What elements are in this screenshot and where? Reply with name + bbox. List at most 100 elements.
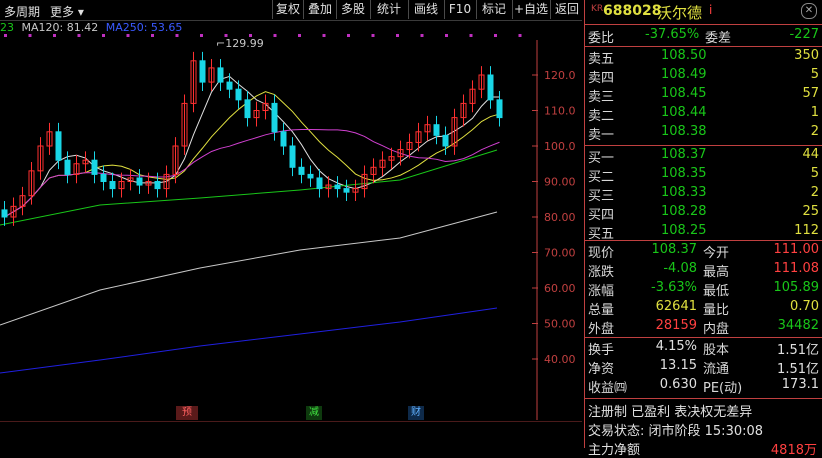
ask-level-1[interactable]: 卖一 108.38 2 bbox=[585, 124, 822, 143]
quote-value: 34482 bbox=[777, 318, 819, 333]
event-badge-forecast[interactable]: 预 bbox=[176, 406, 198, 420]
level-price: 108.35 bbox=[661, 166, 707, 181]
main-flow-value: 4818万 bbox=[770, 443, 817, 458]
candle-body bbox=[217, 67, 224, 83]
quote-label: 换手 bbox=[588, 343, 615, 358]
ask-level-3[interactable]: 卖三 108.45 57 bbox=[585, 86, 822, 105]
quote-value: 111.08 bbox=[773, 261, 820, 276]
candle-body bbox=[487, 74, 494, 101]
stock-name: 沃尔德 bbox=[657, 4, 703, 22]
candle-body bbox=[235, 88, 242, 101]
multi-stock-button[interactable]: 多股 bbox=[336, 0, 369, 19]
level-label: 买二 bbox=[588, 170, 615, 185]
chart-toolbar: 多周期 更多 ▾ 复权 叠加 多股 统计 画线 F10 标记 +自选 返回 bbox=[0, 0, 582, 21]
level-price: 108.38 bbox=[661, 124, 707, 139]
high-marker: ⌐129.99 bbox=[216, 36, 264, 50]
quote-label: 总量 bbox=[588, 303, 615, 318]
mark-button[interactable]: 标记 bbox=[476, 0, 511, 19]
kline-chart-canvas: 120.0 110.0 100.0 90.00 80.00 70.00 60.00 50.00… bbox=[0, 34, 576, 420]
add-watchlist-button[interactable]: +自选 bbox=[512, 0, 549, 19]
candle-body bbox=[64, 159, 71, 175]
quote-row: 收益㈣ 0.630 PE(动) 173.1 bbox=[585, 377, 822, 396]
draw-line-button[interactable]: 画线 bbox=[408, 0, 443, 19]
high-arrow-icon: ⌐ bbox=[216, 37, 226, 50]
commission-diff: -227 bbox=[789, 27, 819, 42]
overlay-button[interactable]: 叠加 bbox=[303, 0, 336, 19]
candle-body bbox=[199, 60, 206, 83]
panel-divider bbox=[0, 421, 582, 422]
candle-body bbox=[100, 173, 107, 182]
bid-level-2[interactable]: 买二 108.35 5 bbox=[585, 166, 822, 185]
ask-level-5[interactable]: 卖五 108.50 350 bbox=[585, 48, 822, 67]
candle-body bbox=[334, 184, 341, 190]
level-price: 108.44 bbox=[661, 105, 707, 120]
level-volume: 5 bbox=[810, 67, 819, 82]
level-price: 108.45 bbox=[661, 86, 707, 101]
y-tick-label: 60.00 bbox=[544, 282, 576, 295]
quote-label: 股本 bbox=[703, 343, 730, 358]
quote-label: 现价 bbox=[588, 246, 615, 261]
quote-value: 28159 bbox=[655, 318, 697, 333]
ma5-line bbox=[4, 75, 500, 218]
level-volume: 57 bbox=[802, 86, 819, 101]
back-button[interactable]: 返回 bbox=[550, 0, 583, 19]
info-icon[interactable]: i bbox=[709, 3, 712, 17]
period-marker bbox=[298, 34, 301, 37]
candle-body bbox=[496, 99, 503, 119]
period-marker bbox=[469, 34, 473, 37]
close-icon[interactable]: ✕ bbox=[801, 3, 817, 19]
candle-body bbox=[271, 102, 278, 133]
quote-label: 净资 bbox=[588, 362, 615, 377]
y-tick-label: 110.0 bbox=[544, 105, 576, 118]
event-badge-reduce[interactable]: 减 bbox=[306, 406, 322, 420]
quote-value: 1.51亿 bbox=[777, 343, 819, 358]
level-volume: 25 bbox=[802, 204, 819, 219]
trade-status-text: 交易状态: 闭市阶段 15:30:08 bbox=[588, 424, 764, 439]
ma250-value: MA250: 53.65 bbox=[105, 21, 183, 34]
main-flow-label: 主力净额 bbox=[588, 443, 641, 458]
f10-button[interactable]: F10 bbox=[444, 0, 475, 19]
period-marker bbox=[518, 34, 522, 37]
divider bbox=[585, 46, 822, 47]
ask-level-2[interactable]: 卖二 108.44 1 bbox=[585, 105, 822, 124]
more-menu[interactable]: 更多 ▾ bbox=[50, 3, 84, 20]
quote-row: 外盘 28159 内盘 34482 bbox=[585, 318, 822, 337]
level-volume: 112 bbox=[794, 223, 819, 238]
candle-body bbox=[55, 131, 62, 161]
quote-label: 最低 bbox=[703, 284, 730, 299]
divider bbox=[585, 24, 822, 25]
quote-value: 111.00 bbox=[773, 242, 820, 257]
bid-level-4[interactable]: 买四 108.28 25 bbox=[585, 204, 822, 223]
trade-status: 交易状态: 闭市阶段 15:30:08 bbox=[585, 420, 822, 439]
ma10-line bbox=[4, 91, 500, 218]
y-tick-label: 120.0 bbox=[544, 69, 576, 82]
registration-note: 注册制 已盈利 表决权无差异 bbox=[585, 401, 822, 420]
candle-body bbox=[91, 159, 98, 175]
candle-body bbox=[280, 131, 287, 147]
level-volume: 44 bbox=[802, 147, 819, 162]
level-volume: 2 bbox=[810, 185, 819, 200]
quote-label: 内盘 bbox=[703, 322, 730, 337]
kline-chart[interactable]: 120.0 110.0 100.0 90.00 80.00 70.00 60.00 50.00… bbox=[0, 20, 582, 448]
commission-row: 委比 -37.65% 委差 -227 bbox=[585, 27, 822, 46]
y-tick-label: 100.0 bbox=[544, 140, 576, 153]
quote-row: 换手 4.15% 股本 1.51亿 bbox=[585, 339, 822, 358]
market-badge: KR bbox=[591, 4, 604, 14]
period-marker bbox=[445, 34, 448, 37]
divider bbox=[585, 337, 822, 338]
event-badge-financial[interactable]: 财 bbox=[408, 406, 424, 420]
ask-level-4[interactable]: 卖四 108.49 5 bbox=[585, 67, 822, 86]
quote-row: 净资 13.15 流通 1.51亿 bbox=[585, 358, 822, 377]
bid-level-3[interactable]: 买三 108.33 2 bbox=[585, 185, 822, 204]
candle-body bbox=[244, 99, 251, 119]
level-label: 卖二 bbox=[588, 109, 615, 124]
statistics-button[interactable]: 统计 bbox=[370, 0, 407, 19]
candle-body bbox=[343, 188, 350, 193]
bid-level-1[interactable]: 买一 108.37 44 bbox=[585, 147, 822, 166]
more-label: 更多 bbox=[50, 5, 75, 19]
multi-period-button[interactable]: 多周期 bbox=[4, 3, 40, 20]
restore-rights-button[interactable]: 复权 bbox=[272, 0, 303, 19]
period-marker bbox=[420, 34, 424, 37]
registration-text: 注册制 已盈利 表决权无差异 bbox=[588, 405, 753, 420]
quote-row: 涨跌 -4.08 最高 111.08 bbox=[585, 261, 822, 280]
